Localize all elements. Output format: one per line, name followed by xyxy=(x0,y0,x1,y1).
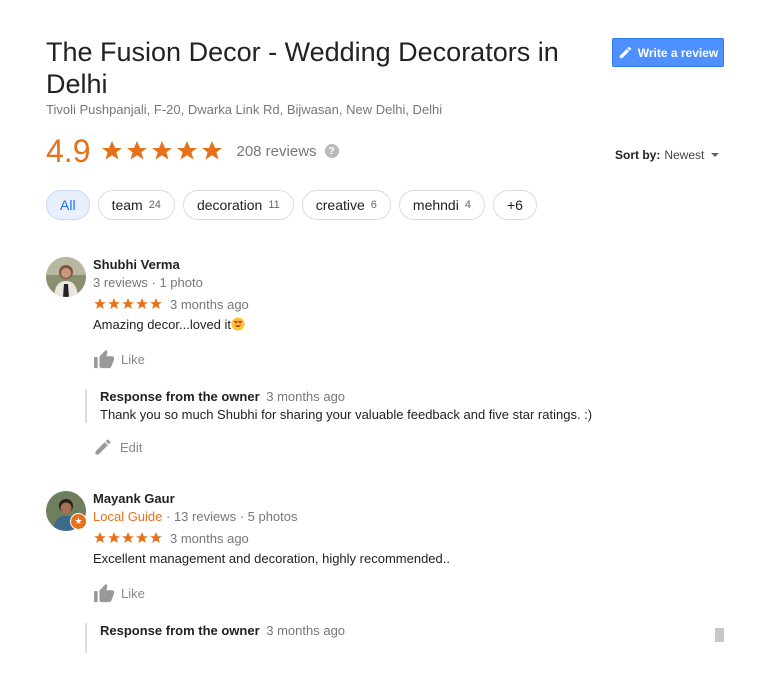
reviewer-name[interactable]: Mayank Gaur xyxy=(93,491,713,507)
chip-mehndi[interactable]: mehndi 4 xyxy=(398,190,485,220)
response-text: Thank you so much Shubhi for sharing you… xyxy=(100,407,593,422)
heart-eyes-emoji-icon xyxy=(231,317,245,331)
review-stars xyxy=(93,531,163,545)
chip-count: 4 xyxy=(464,199,471,211)
reviewer-meta: · 13 reviews · 5 photos xyxy=(162,509,298,524)
chip-label: decoration xyxy=(196,197,263,213)
topic-chips: All team 24 decoration 11 creative 6 meh… xyxy=(46,190,537,220)
star-icon xyxy=(136,298,148,309)
response-time: 3 months ago xyxy=(266,389,346,404)
star-icon xyxy=(202,141,223,160)
star-icon xyxy=(136,532,148,543)
chip-label: mehndi xyxy=(412,197,459,213)
owner-response: Response from the owner 3 months ago xyxy=(85,623,713,653)
business-title: The Fusion Decor - Wedding Decorators in… xyxy=(46,37,559,99)
edit-label: Edit xyxy=(120,439,143,455)
like-button[interactable]: Like xyxy=(93,349,713,369)
review-time: 3 months ago xyxy=(170,530,249,546)
review-count-link[interactable]: 208 reviews xyxy=(236,143,316,160)
reviewer-name[interactable]: Shubhi Verma xyxy=(93,257,713,273)
star-icon xyxy=(108,532,120,543)
star-icon xyxy=(102,141,123,160)
sort-value: Newest xyxy=(664,148,705,162)
chip-label: +6 xyxy=(506,197,523,213)
local-guide-badge-icon: ★ xyxy=(70,513,87,530)
reviewer-meta: 3 reviews · 1 photo xyxy=(93,275,203,290)
rating-score: 4.9 xyxy=(46,132,91,169)
like-label: Like xyxy=(121,585,145,601)
star-icon xyxy=(152,141,173,160)
reviewer-meta-row: Local Guide · 13 reviews · 5 photos xyxy=(93,509,713,525)
review-text-row: Amazing decor...loved it xyxy=(93,317,713,333)
chip-count: 6 xyxy=(370,199,377,211)
star-icon xyxy=(150,532,162,543)
chip-decoration[interactable]: decoration 11 xyxy=(182,190,294,220)
star-icon xyxy=(150,298,162,309)
review-text: Amazing decor...loved it xyxy=(93,317,232,332)
write-review-label: Write a review xyxy=(637,45,719,60)
response-owner-label: Response from the owner xyxy=(100,389,260,404)
review-text: Excellent management and decoration, hig… xyxy=(93,551,450,566)
rating-stars xyxy=(100,139,224,163)
owner-response: Response from the owner 3 months ago Tha… xyxy=(85,389,713,423)
sort-label: Sort by: xyxy=(615,148,661,162)
like-label: Like xyxy=(121,351,145,367)
write-review-button[interactable]: Write a review xyxy=(612,38,724,67)
chip-count: 24 xyxy=(148,199,161,211)
chip-label: All xyxy=(60,197,76,213)
chip-creative[interactable]: creative 6 xyxy=(301,190,391,220)
review-time: 3 months ago xyxy=(170,296,249,312)
sort-dropdown[interactable]: Sort by: Newest xyxy=(615,148,720,162)
chip-count: 11 xyxy=(268,199,280,211)
local-guide-label[interactable]: Local Guide xyxy=(93,509,162,524)
star-icon xyxy=(122,532,134,543)
star-icon xyxy=(177,141,198,160)
chip-more[interactable]: +6 xyxy=(492,190,537,220)
thumbs-up-icon xyxy=(94,349,114,369)
chip-label: creative xyxy=(315,197,365,213)
edit-response-button[interactable]: Edit xyxy=(93,437,713,457)
caret-down-icon xyxy=(711,153,720,157)
pencil-icon xyxy=(619,46,631,59)
star-icon xyxy=(122,298,134,309)
chip-label: team xyxy=(111,197,143,213)
star-icon xyxy=(94,532,106,543)
avatar[interactable] xyxy=(46,257,86,297)
star-icon xyxy=(127,141,148,160)
response-owner-label: Response from the owner xyxy=(100,623,260,638)
chip-team[interactable]: team 24 xyxy=(97,190,175,220)
star-icon xyxy=(108,298,120,309)
chip-all[interactable]: All xyxy=(46,190,90,220)
like-button[interactable]: Like xyxy=(93,583,713,603)
help-icon[interactable]: ? xyxy=(324,144,339,158)
rating-summary: 4.9 208 reviews ? xyxy=(46,132,339,169)
pencil-icon xyxy=(95,439,111,455)
response-time: 3 months ago xyxy=(266,623,346,638)
scrollbar-thumb[interactable] xyxy=(715,628,724,642)
business-address: Tivoli Pushpanjali, F-20, Dwarka Link Rd… xyxy=(46,102,443,117)
thumbs-up-icon xyxy=(94,583,114,603)
star-icon xyxy=(94,298,106,309)
review-stars xyxy=(93,297,163,311)
